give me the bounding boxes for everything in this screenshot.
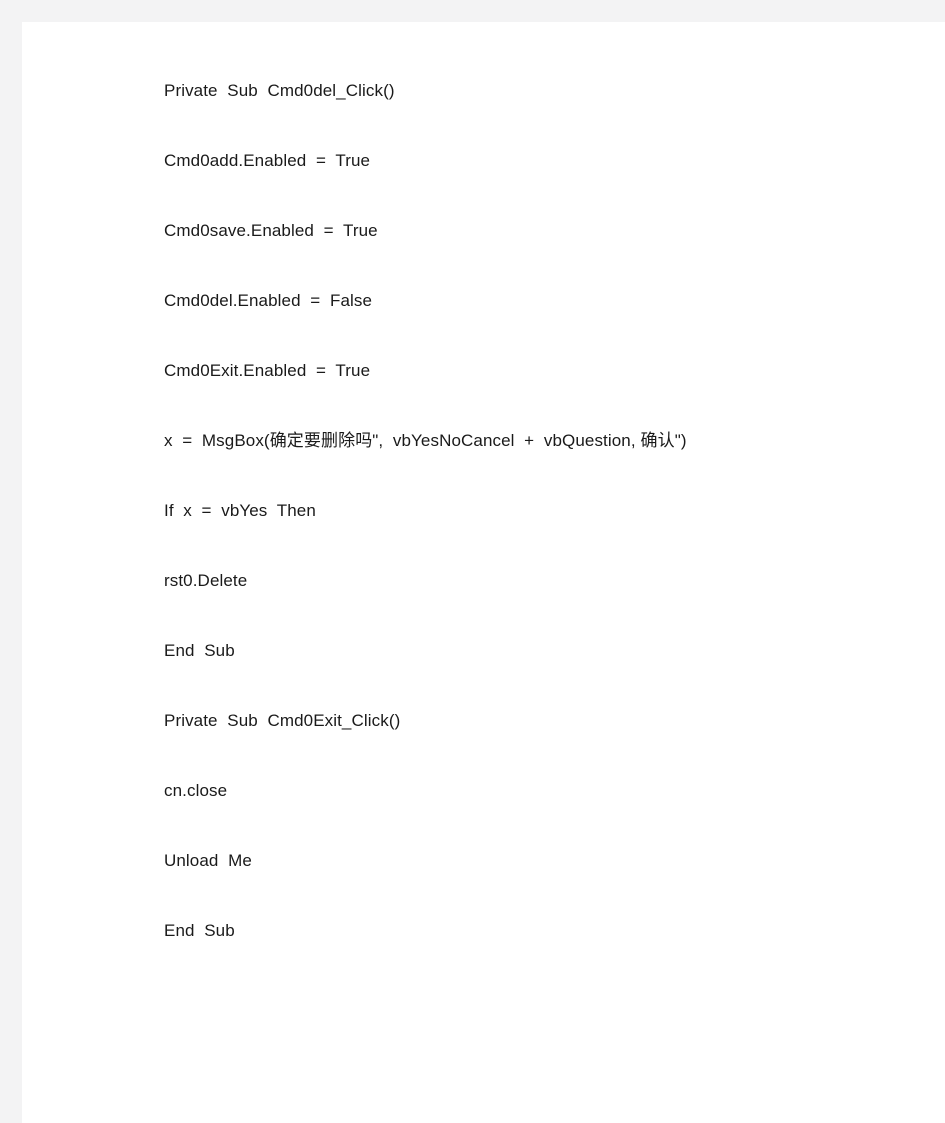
code-line: rst0.Delete: [164, 571, 248, 590]
code-line: End Sub: [164, 921, 235, 940]
code-line: Private Sub Cmd0Exit_Click(): [164, 711, 401, 730]
code-line: Private Sub Cmd0del_Click(): [164, 81, 395, 100]
code-line: Cmd0Exit.Enabled = True: [164, 361, 371, 380]
code-line: Cmd0add.Enabled = True: [164, 151, 371, 170]
code-block: Private Sub Cmd0del_Click() Cmd0add.Enab…: [164, 80, 945, 942]
code-line: cn.close: [164, 781, 228, 800]
document-page: Private Sub Cmd0del_Click() Cmd0add.Enab…: [22, 22, 945, 1123]
code-line: End Sub: [164, 641, 235, 660]
code-line: If x = vbYes Then: [164, 501, 316, 520]
code-line: Cmd0del.Enabled = False: [164, 291, 373, 310]
code-line: Cmd0save.Enabled = True: [164, 221, 378, 240]
document-body: Private Sub Cmd0del_Click() Cmd0add.Enab…: [22, 22, 945, 1123]
code-line: x = MsgBox(确定要删除吗", vbYesNoCancel + vbQu…: [164, 431, 687, 450]
code-line: Unload Me: [164, 851, 252, 870]
